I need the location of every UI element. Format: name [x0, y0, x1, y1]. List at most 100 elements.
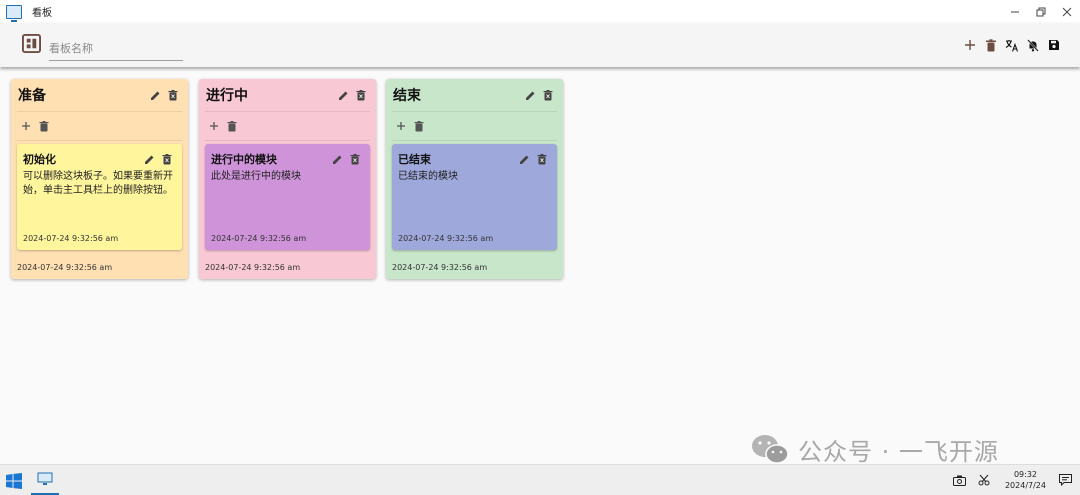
column-header: 进行中: [205, 79, 370, 112]
notifications-toggle-button[interactable]: [1022, 36, 1043, 54]
delete-column-button[interactable]: [164, 86, 182, 104]
add-icon: [964, 40, 975, 50]
title-bar: 看板: [0, 0, 1080, 23]
system-clock[interactable]: 09:32 2024/7/24: [1005, 469, 1046, 491]
edit-icon: [144, 155, 153, 164]
wechat-logo-icon: [752, 434, 789, 464]
card[interactable]: 初始化 可以删除这块板子。如果要重新开始，单击主工具栏上的删除按钮。 2024-…: [17, 144, 182, 250]
edit-column-button[interactable]: [334, 86, 352, 104]
add-card-button[interactable]: [392, 117, 410, 135]
clock-time: 09:32: [1013, 470, 1038, 479]
main-toolbar: [959, 36, 1064, 54]
edit-column-button[interactable]: [146, 86, 164, 104]
delete-card-button[interactable]: [158, 150, 176, 168]
column-date: 2024-07-24 9:32:56 am: [205, 263, 301, 272]
clock-date: 2024/7/24: [1004, 481, 1046, 490]
notification-center-button[interactable]: [1056, 471, 1074, 489]
card-description: 可以删除这块板子。如果要重新开始，单击主工具栏上的删除按钮。: [23, 171, 173, 196]
restore-icon: [1036, 7, 1046, 16]
card[interactable]: 已结束 已结束的模块 2024-07-24 9:32:56 am: [392, 144, 557, 250]
card-date: 2024-07-24 9:32:56 am: [398, 234, 494, 243]
snipping-button[interactable]: [975, 471, 993, 489]
clear-column-button[interactable]: [35, 117, 53, 135]
app-icon: [6, 4, 22, 22]
edit-card-button[interactable]: [328, 150, 346, 168]
edit-column-button[interactable]: [521, 86, 539, 104]
delete-icon: [168, 89, 178, 100]
edit-card-button[interactable]: [515, 150, 533, 168]
delete-icon: [414, 120, 424, 131]
card-header: 进行中的模块: [205, 144, 370, 168]
watermark: 公众号 · 一飞开源: [750, 432, 999, 467]
edit-icon: [150, 91, 159, 100]
card-header: 已结束: [392, 144, 557, 168]
taskbar: 09:32 2024/7/24: [0, 464, 1080, 495]
translate-icon: [1005, 39, 1018, 52]
column-title: 结束: [393, 88, 421, 104]
delete-icon: [543, 89, 553, 100]
column-date: 2024-07-24 9:32:56 am: [17, 263, 113, 272]
close-button[interactable]: [1054, 0, 1080, 23]
add-column-button[interactable]: [959, 36, 980, 54]
delete-column-button[interactable]: [539, 86, 557, 104]
screenshot-button[interactable]: [951, 471, 969, 489]
windows-start-icon[interactable]: [6, 473, 22, 489]
card-title: 进行中的模块: [211, 153, 277, 166]
card-title: 初始化: [23, 153, 56, 166]
add-icon: [210, 122, 218, 130]
edit-icon: [338, 91, 347, 100]
delete-icon: [39, 120, 49, 131]
card[interactable]: 进行中的模块 此处是进行中的模块 2024-07-24 9:32:56 am: [205, 144, 370, 250]
column-actions: [205, 112, 370, 141]
restore-button[interactable]: [1028, 0, 1054, 23]
clear-column-button[interactable]: [410, 117, 428, 135]
minimize-icon: [1011, 11, 1019, 12]
delete-card-button[interactable]: [346, 150, 364, 168]
delete-board-button[interactable]: [980, 36, 1001, 54]
column-actions: [392, 112, 557, 141]
column-title: 进行中: [206, 88, 248, 104]
card-description: 已结束的模块: [398, 171, 458, 182]
delete-icon: [350, 153, 360, 164]
column-title: 准备: [18, 88, 46, 104]
add-icon: [397, 122, 405, 130]
translate-button[interactable]: [1001, 36, 1022, 54]
window-title: 看板: [32, 8, 52, 19]
delete-icon: [537, 153, 547, 164]
card-date: 2024-07-24 9:32:56 am: [211, 234, 307, 243]
close-icon: [1062, 7, 1072, 16]
card-header: 初始化: [17, 144, 182, 168]
column-in-progress: 进行中 进行中的模块 此处是进行中的模块 2024-07-24 9:32:56 …: [199, 79, 376, 279]
add-card-button[interactable]: [205, 117, 223, 135]
column-prepare: 准备 初始化 可以删除这块板子。如果要重新开始，单击主工具栏上的删除按钮。 20…: [11, 79, 188, 279]
taskbar-kanban-app[interactable]: [31, 465, 59, 495]
delete-icon: [227, 120, 237, 131]
column-actions: [17, 112, 182, 141]
notifications-off-icon: [1026, 38, 1039, 52]
delete-card-button[interactable]: [533, 150, 551, 168]
edit-icon: [525, 91, 534, 100]
watermark-text: 公众号 · 一飞开源: [798, 438, 999, 466]
app-bar: [0, 23, 1080, 67]
delete-icon: [356, 89, 366, 100]
camera-icon: [953, 475, 967, 486]
add-card-button[interactable]: [17, 117, 35, 135]
card-title: 已结束: [398, 153, 431, 166]
delete-column-button[interactable]: [352, 86, 370, 104]
clear-column-button[interactable]: [223, 117, 241, 135]
edit-card-button[interactable]: [140, 150, 158, 168]
card-date: 2024-07-24 9:32:56 am: [23, 234, 119, 243]
edit-icon: [519, 155, 528, 164]
app-icon: [37, 472, 53, 485]
add-icon: [22, 122, 30, 130]
save-button[interactable]: [1043, 36, 1064, 54]
system-tray: 09:32 2024/7/24: [951, 465, 1080, 495]
board-name-input[interactable]: [49, 36, 183, 61]
delete-icon: [985, 38, 996, 51]
column-date: 2024-07-24 9:32:56 am: [392, 263, 488, 272]
kanban-board-icon: [22, 34, 41, 53]
delete-icon: [162, 153, 172, 164]
chat-icon: [1058, 474, 1072, 486]
card-description: 此处是进行中的模块: [211, 171, 301, 182]
minimize-button[interactable]: [1002, 0, 1028, 23]
